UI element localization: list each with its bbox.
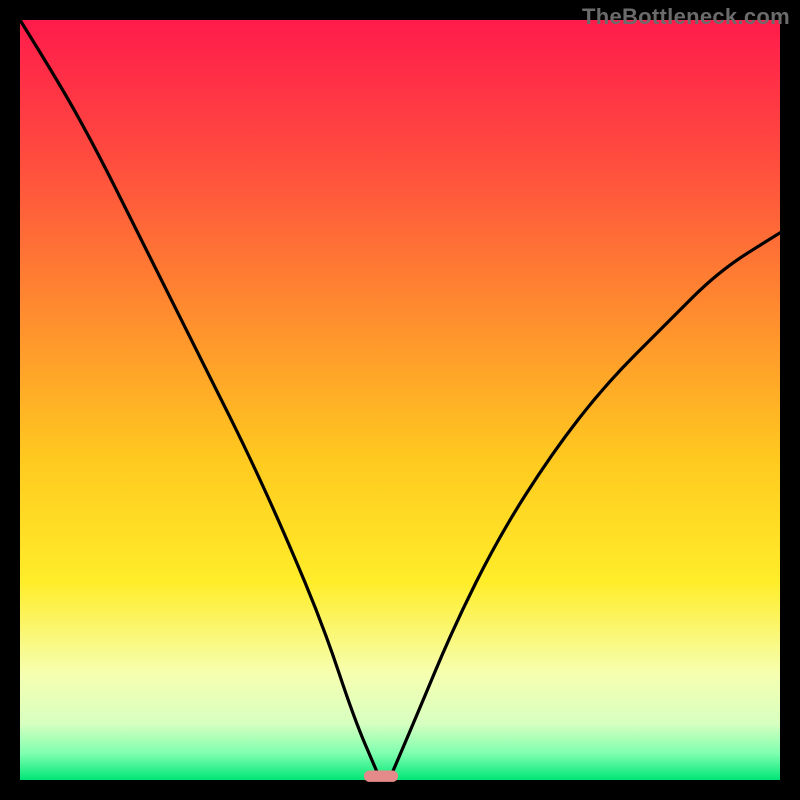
watermark-text: TheBottleneck.com	[582, 4, 790, 30]
chart-root: TheBottleneck.com	[0, 0, 800, 800]
bottleneck-chart	[0, 0, 800, 800]
bottleneck-marker	[364, 771, 398, 782]
chart-background-gradient	[20, 20, 780, 780]
